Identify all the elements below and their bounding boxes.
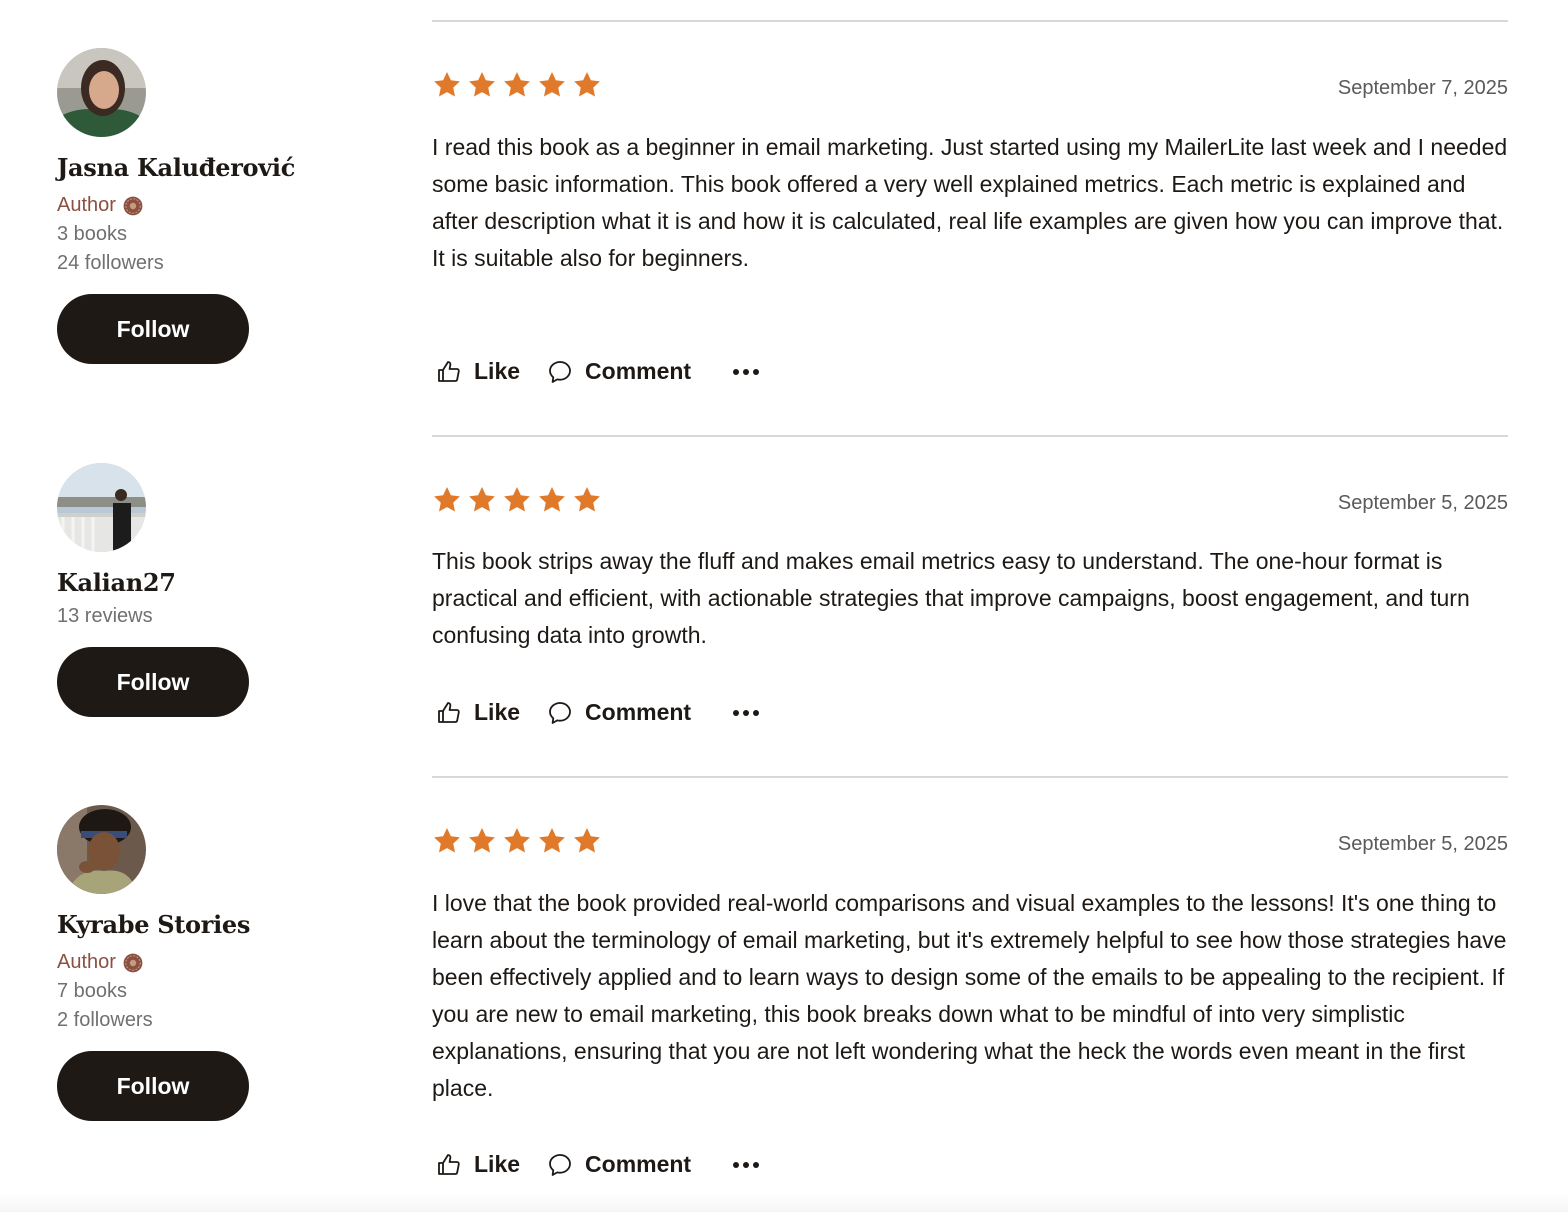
reviewer-name[interactable]: Kalian27 (57, 568, 357, 598)
avatar[interactable] (57, 463, 146, 552)
review-actions: Like Comment (436, 358, 761, 385)
review-text: I read this book as a beginner in email … (432, 134, 1508, 271)
like-label: Like (474, 1151, 521, 1177)
follow-button[interactable]: Follow (57, 294, 249, 364)
reviewer-profile: Kyrabe Stories Author 7 books 2 follower… (57, 805, 357, 1121)
reviewer-books-count: 3 books (57, 223, 128, 245)
thumbs-up-icon (436, 359, 462, 385)
like-button[interactable]: Like (436, 699, 520, 726)
author-badge-icon (123, 953, 143, 973)
reviewer-reviews-count: 13 reviews (57, 605, 153, 627)
author-label: Author (57, 948, 357, 977)
speech-bubble-icon (547, 1152, 573, 1178)
like-label: Like (474, 358, 521, 384)
ellipsis-icon[interactable] (731, 365, 761, 379)
star-icon (432, 70, 462, 100)
star-icon (467, 485, 497, 515)
reviewer-books-count: 7 books (57, 980, 128, 1002)
review-text: This book strips away the fluff and make… (432, 548, 1470, 648)
star-icon (432, 485, 462, 515)
ellipsis-icon[interactable] (731, 1158, 761, 1172)
comment-label: Comment (585, 358, 692, 384)
star-icon (502, 485, 532, 515)
follow-button[interactable]: Follow (57, 647, 249, 717)
star-icon (572, 70, 602, 100)
speech-bubble-icon (547, 359, 573, 385)
reviewer-profile: Jasna Kaluđerović Author 3 books 24 foll… (57, 48, 357, 364)
author-role: Author (57, 951, 116, 973)
follow-button[interactable]: Follow (57, 1051, 249, 1121)
like-button[interactable]: Like (436, 358, 520, 385)
star-rating (432, 70, 602, 100)
author-role: Author (57, 194, 116, 216)
review-divider (432, 435, 1508, 437)
avatar[interactable] (57, 48, 146, 137)
star-icon (572, 485, 602, 515)
review-actions: Like Comment (436, 699, 761, 726)
reviewer-followers-count: 24 followers (57, 252, 164, 274)
star-icon (537, 485, 567, 515)
star-icon (502, 826, 532, 856)
reviewer-profile: Kalian27 13 reviews Follow (57, 463, 357, 717)
comment-label: Comment (585, 1151, 692, 1177)
review-date[interactable]: September 5, 2025 (1338, 489, 1508, 517)
comment-button[interactable]: Comment (547, 699, 691, 726)
comment-button[interactable]: Comment (547, 1151, 691, 1178)
star-rating (432, 826, 602, 856)
review-text: I love that the book provided real-world… (432, 890, 1507, 1101)
review-actions: Like Comment (436, 1151, 761, 1178)
review-date[interactable]: September 7, 2025 (1338, 74, 1508, 102)
comment-button[interactable]: Comment (547, 358, 691, 385)
star-icon (502, 70, 532, 100)
comment-label: Comment (585, 699, 692, 725)
star-rating (432, 485, 602, 515)
star-icon (572, 826, 602, 856)
reviewer-name[interactable]: Jasna Kaluđerović (57, 153, 357, 183)
bottom-fade (0, 1192, 1568, 1212)
review-divider (432, 776, 1508, 778)
like-button[interactable]: Like (436, 1151, 520, 1178)
star-icon (537, 70, 567, 100)
star-icon (432, 826, 462, 856)
reviewer-name[interactable]: Kyrabe Stories (57, 910, 357, 940)
star-icon (467, 826, 497, 856)
author-label: Author (57, 191, 357, 220)
star-icon (537, 826, 567, 856)
star-icon (467, 70, 497, 100)
thumbs-up-icon (436, 1152, 462, 1178)
reviewer-followers-count: 2 followers (57, 1009, 153, 1031)
thumbs-up-icon (436, 700, 462, 726)
review-date[interactable]: September 5, 2025 (1338, 830, 1508, 858)
review-divider (432, 20, 1508, 22)
speech-bubble-icon (547, 700, 573, 726)
avatar[interactable] (57, 805, 146, 894)
like-label: Like (474, 699, 521, 725)
ellipsis-icon[interactable] (731, 706, 761, 720)
author-badge-icon (123, 196, 143, 216)
